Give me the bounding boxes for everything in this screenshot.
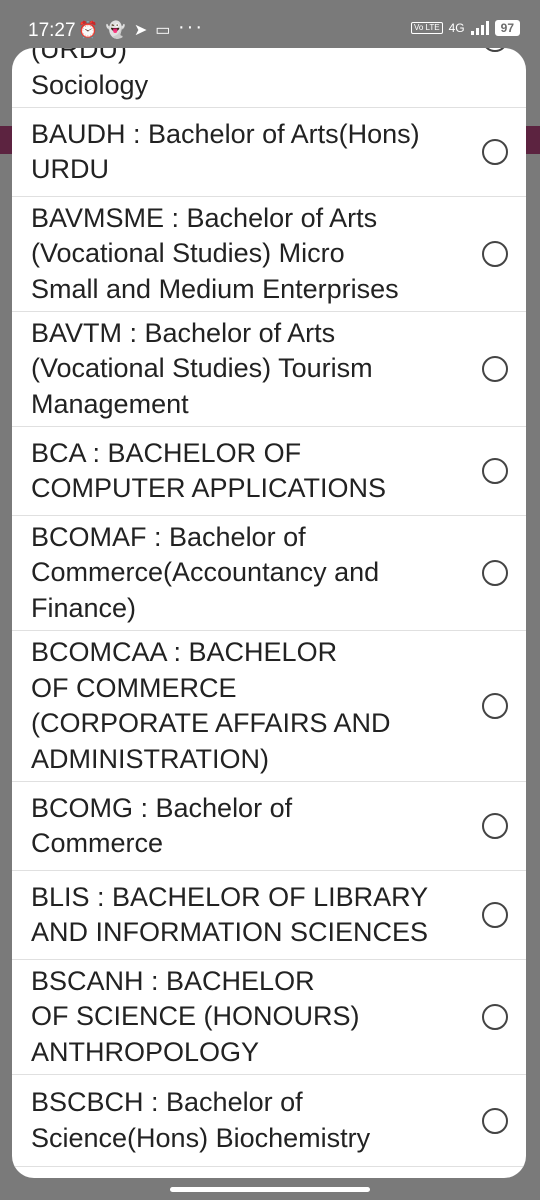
course-option-label: BCOMG : Bachelor of Commerce [31, 792, 293, 859]
telegram-icon: ➤ [133, 22, 148, 39]
radio-button[interactable] [482, 458, 508, 484]
course-option-label: BCOMAF : Bachelor of Commerce(Accountanc… [31, 521, 380, 623]
radio-button[interactable] [482, 1107, 508, 1134]
gesture-nav-bar[interactable] [170, 1187, 370, 1192]
radio-button[interactable] [482, 560, 508, 586]
course-option-label: BCOMCAA : BACHELOR OF COMMERCE (CORPORAT… [31, 637, 391, 774]
system-icons: Vo LTE 4G 97 [410, 20, 520, 36]
radio-button[interactable] [482, 139, 508, 165]
course-option[interactable]: BCOMAF : Bachelor of Commerce(Accountanc… [12, 516, 526, 631]
course-option[interactable]: BAVMSME : Bachelor of Arts (Vocational S… [12, 197, 526, 312]
course-option[interactable]: (URDU) Sociology [12, 48, 526, 108]
radio-button[interactable] [482, 241, 508, 267]
snapchat-icon: 👻 [105, 22, 126, 39]
course-option[interactable]: BSCBCH : Bachelor of Science(Hons) Bioch… [12, 1075, 526, 1167]
volte-icon: Vo LTE [410, 22, 443, 34]
course-option-label: BLIS : BACHELOR OF LIBRARY AND INFORMATI… [31, 881, 429, 948]
course-option[interactable]: BCOMG : Bachelor of Commerce [12, 782, 526, 871]
status-bar: 17:27 ⏰ 👻 ➤ ▭ ··· Vo LTE 4G 97 [0, 0, 540, 46]
course-option-label: BSCANH : BACHELOR OF SCIENCE (HONOURS) A… [31, 965, 360, 1067]
course-option-label: BAVMSME : Bachelor of Arts (Vocational S… [31, 202, 399, 304]
network-type: 4G [448, 21, 465, 35]
course-option[interactable]: BAVTM : Bachelor of Arts (Vocational Stu… [12, 312, 526, 427]
battery-icon: 97 [494, 20, 520, 36]
radio-button[interactable] [482, 813, 508, 839]
background-header-strip [526, 126, 540, 154]
course-option[interactable]: BCOMCAA : BACHELOR OF COMMERCE (CORPORAT… [12, 631, 526, 782]
course-option[interactable]: BSCANH : BACHELOR OF SCIENCE (HONOURS) A… [12, 960, 526, 1075]
alarm-icon: ⏰ [78, 22, 98, 39]
app-notification-icon: ▭ [155, 22, 171, 39]
signal-icon [470, 21, 489, 35]
radio-button[interactable] [482, 693, 508, 719]
radio-button[interactable] [482, 1004, 508, 1030]
course-option-label: BAVTM : Bachelor of Arts (Vocational Stu… [31, 317, 373, 419]
radio-button[interactable] [482, 356, 508, 382]
clock: 17:27 [28, 20, 76, 41]
course-option-label: BAUDH : Bachelor of Arts(Hons) URDU [31, 118, 420, 185]
notification-icons: ⏰ 👻 ➤ ▭ [78, 20, 170, 40]
course-option-label: BCA : BACHELOR OF COMPUTER APPLICATIONS [31, 437, 387, 504]
course-option[interactable]: BLIS : BACHELOR OF LIBRARY AND INFORMATI… [12, 871, 526, 960]
course-selection-dialog[interactable]: (URDU) Sociology BAUDH : Bachelor of Arts… [12, 48, 526, 1178]
course-option[interactable]: BCA : BACHELOR OF COMPUTER APPLICATIONS [12, 427, 526, 516]
radio-button[interactable] [482, 902, 508, 928]
course-option-list[interactable]: (URDU) Sociology BAUDH : Bachelor of Arts… [12, 48, 526, 1167]
course-option[interactable]: BAUDH : Bachelor of Arts(Hons) URDU [12, 108, 526, 197]
more-notifications-icon: ··· [178, 16, 204, 38]
course-option-label: (URDU) Sociology [31, 48, 149, 100]
course-option-label: BSCBCH : Bachelor of Science(Hons) Bioch… [31, 1087, 371, 1153]
radio-button[interactable] [482, 48, 508, 52]
